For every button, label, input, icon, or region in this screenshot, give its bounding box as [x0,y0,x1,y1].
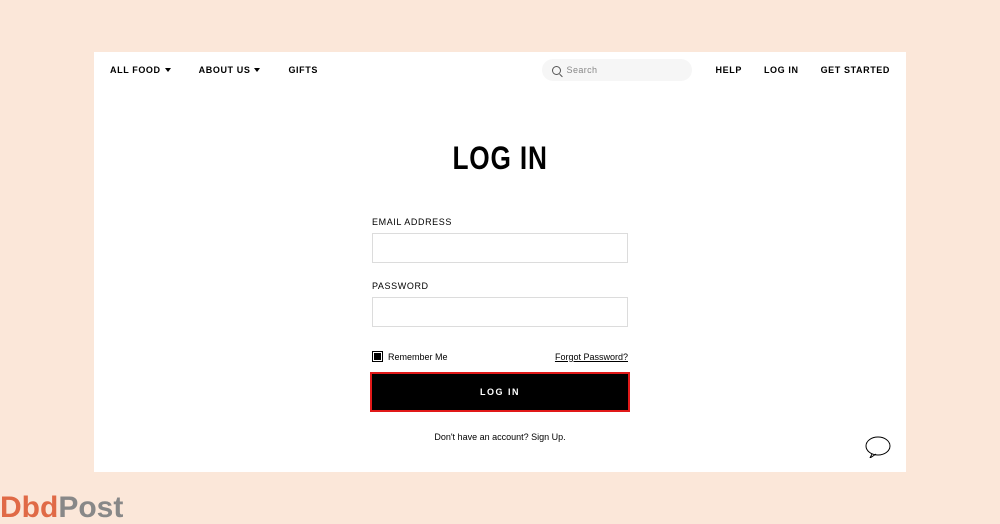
checkmark-icon [374,353,381,360]
form-options-row: Remember Me Forgot Password? [372,351,628,362]
signup-prompt-text: Don't have an account? [434,432,531,442]
main-content: LOG IN EMAIL ADDRESS PASSWORD Remember M… [94,88,906,442]
nav-right-group: HELP LOG IN GET STARTED [716,65,890,75]
nav-get-started-label: GET STARTED [821,65,890,75]
search-icon [552,66,561,75]
signup-prompt-row: Don't have an account? Sign Up. [372,432,628,442]
nav-help-label: HELP [716,65,742,75]
nav-gifts-label: GIFTS [288,65,318,75]
nav-login[interactable]: LOG IN [764,65,799,75]
nav-help[interactable]: HELP [716,65,742,75]
nav-all-food-label: ALL FOOD [110,65,161,75]
chat-icon[interactable] [864,436,892,458]
nav-all-food[interactable]: ALL FOOD [110,65,171,75]
top-nav: ALL FOOD ABOUT US GIFTS Search HELP LOG … [94,52,906,88]
watermark-part-1: Dbd [0,491,58,524]
app-window: ALL FOOD ABOUT US GIFTS Search HELP LOG … [94,52,906,472]
nav-login-label: LOG IN [764,65,799,75]
watermark: DbdPost [0,493,123,523]
page-title: LOG IN [452,140,547,177]
chevron-down-icon [254,68,260,72]
checkbox-icon [372,351,383,362]
search-input[interactable]: Search [542,59,692,81]
forgot-password-link[interactable]: Forgot Password? [555,352,628,362]
email-label: EMAIL ADDRESS [372,217,628,227]
nav-gifts[interactable]: GIFTS [288,65,318,75]
nav-about-us[interactable]: ABOUT US [199,65,261,75]
watermark-part-2: Post [58,491,123,524]
remember-me-checkbox[interactable]: Remember Me [372,351,448,362]
nav-get-started[interactable]: GET STARTED [821,65,890,75]
password-field[interactable] [372,297,628,327]
signup-link[interactable]: Sign Up. [531,432,566,442]
remember-me-label: Remember Me [388,352,448,362]
email-field[interactable] [372,233,628,263]
password-label: PASSWORD [372,281,628,291]
nav-left-group: ALL FOOD ABOUT US GIFTS [110,65,318,75]
login-button[interactable]: LOG IN [372,374,628,410]
nav-about-us-label: ABOUT US [199,65,251,75]
login-form: EMAIL ADDRESS PASSWORD Remember Me Forgo… [372,217,628,442]
search-placeholder: Search [567,65,598,75]
chevron-down-icon [165,68,171,72]
